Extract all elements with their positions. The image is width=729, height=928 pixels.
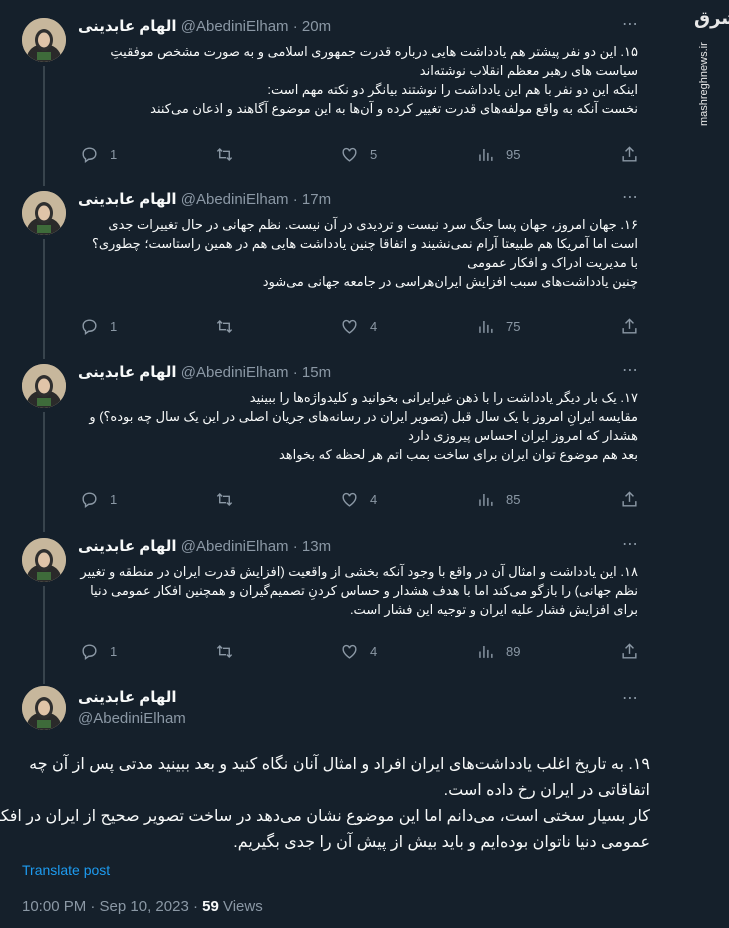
heart-icon [342, 492, 357, 507]
author-handle[interactable]: @AbediniElham [78, 710, 186, 727]
reply-button[interactable]: 1 [80, 490, 117, 509]
timestamp[interactable]: 10:00 PM · Sep 10, 2023 · [22, 898, 202, 915]
translate-link[interactable]: Translate post [22, 862, 110, 878]
views-button[interactable]: 89 [476, 642, 520, 661]
author-handle[interactable]: @AbediniElham [181, 538, 289, 555]
tweet-time[interactable]: 15m [302, 364, 331, 381]
share-button[interactable] [620, 145, 639, 164]
views-button[interactable]: 75 [476, 317, 520, 336]
thread-connector [43, 412, 45, 532]
avatar[interactable] [22, 364, 66, 408]
author-name[interactable]: الهام عابدینی [78, 18, 177, 35]
avatar[interactable] [22, 18, 66, 62]
tweet-actions: 1 4 89 [78, 642, 648, 662]
like-button[interactable]: 5 [340, 145, 377, 164]
share-icon [622, 643, 637, 659]
more-icon[interactable]: ⋯ [622, 187, 639, 207]
more-icon[interactable]: ⋯ [622, 688, 639, 708]
heart-icon [342, 319, 357, 334]
thread-connector [43, 66, 45, 186]
tweet-text: ۱۷. یک بار دیگر یادداشت را با ذهن غیرایر… [89, 390, 638, 462]
author-handle[interactable]: @AbediniElham [181, 191, 289, 208]
tweet-header: الهام عابدینی @AbediniElham · 17m [78, 191, 332, 208]
views-icon [479, 148, 493, 161]
share-button[interactable] [620, 317, 639, 336]
retweet-button[interactable] [215, 642, 245, 661]
retweet-icon [216, 319, 233, 334]
share-icon [622, 146, 637, 162]
more-icon[interactable]: ⋯ [622, 360, 639, 380]
reply-icon [82, 319, 97, 336]
retweet-button[interactable] [215, 145, 245, 164]
author-handle[interactable]: @AbediniElham [181, 364, 289, 381]
views-icon [479, 493, 493, 506]
views-label: Views [218, 898, 263, 915]
share-icon [622, 318, 637, 334]
share-button[interactable] [620, 642, 639, 661]
tweet-text: ۱۶. جهان امروز، جهان پسا جنگ سرد نیست و … [91, 217, 638, 289]
watermark-logo: مشرق mashreghnews.ir [690, 8, 729, 128]
tweet-header: الهام عابدینی @AbediniElham · 20m [78, 18, 332, 35]
tweet-actions: 1 4 75 [78, 317, 648, 337]
tweet-text: ۱۸. این یادداشت و امثال آن در واقع با وج… [80, 564, 638, 617]
reply-button[interactable]: 1 [80, 317, 117, 336]
reply-icon [82, 492, 97, 509]
retweet-icon [216, 492, 233, 507]
author-name[interactable]: الهام عابدینی [78, 364, 177, 381]
heart-icon [342, 147, 357, 162]
watermark-mark: مشرق [694, 8, 729, 28]
views-button[interactable]: 85 [476, 490, 520, 509]
tweet-actions: 1 5 95 [78, 145, 648, 165]
more-icon[interactable]: ⋯ [622, 14, 639, 34]
more-icon[interactable]: ⋯ [622, 534, 639, 554]
tweet-header: الهام عابدینی @AbediniElham · 15m [78, 364, 332, 381]
author-name[interactable]: الهام عابدینی [78, 538, 177, 555]
tweet-time[interactable]: 13m [302, 538, 331, 555]
reply-icon [82, 644, 97, 661]
retweet-button[interactable] [215, 490, 245, 509]
author-name[interactable]: الهام عابدینی [78, 191, 177, 208]
thread-connector [43, 586, 45, 684]
avatar[interactable] [22, 538, 66, 582]
tweet-time[interactable]: 20m [302, 18, 331, 35]
tweet[interactable]: الهام عابدینی @AbediniElham · 13m ⋯ ۱۸. … [0, 534, 729, 684]
like-button[interactable]: 4 [340, 642, 377, 661]
retweet-icon [216, 147, 233, 162]
avatar[interactable] [22, 191, 66, 235]
tweet-header: الهام عابدینی @AbediniElham · 13m [78, 538, 332, 555]
thread-connector [43, 239, 45, 359]
tweet[interactable]: الهام عابدینی @AbediniElham · 20m ⋯ ۱۵. … [0, 14, 729, 186]
like-button[interactable]: 4 [340, 317, 377, 336]
tweet-text: ۱۵. این دو نفر پیشتر هم یادداشت هایی درب… [110, 44, 638, 116]
views-count: 59 [202, 898, 219, 915]
views-icon [479, 645, 493, 658]
like-button[interactable]: 4 [340, 490, 377, 509]
tweet-time[interactable]: 17m [302, 191, 331, 208]
author-name[interactable]: الهام عابدینی [78, 688, 177, 706]
retweet-icon [216, 644, 233, 659]
views-icon [479, 320, 493, 333]
heart-icon [342, 644, 357, 659]
views-button[interactable]: 95 [476, 145, 520, 164]
reply-icon [82, 147, 97, 164]
watermark-site: mashreghnews.ir [698, 42, 710, 126]
tweet-actions: 1 4 85 [78, 490, 648, 510]
avatar[interactable] [22, 686, 66, 730]
main-tweet-text: ۱۹. به تاریخ اغلب یادداشت‌های ایران افرا… [0, 756, 650, 851]
reply-button[interactable]: 1 [80, 642, 117, 661]
share-button[interactable] [620, 490, 639, 509]
tweet-meta: 10:00 PM · Sep 10, 2023 · 59 Views [22, 898, 263, 915]
share-icon [622, 491, 637, 507]
tweet[interactable]: الهام عابدینی @AbediniElham · 15m ⋯ ۱۷. … [0, 360, 729, 532]
tweet[interactable]: الهام عابدینی @AbediniElham · 17m ⋯ ۱۶. … [0, 187, 729, 359]
retweet-button[interactable] [215, 317, 245, 336]
reply-button[interactable]: 1 [80, 145, 117, 164]
author-handle[interactable]: @AbediniElham [181, 18, 289, 35]
